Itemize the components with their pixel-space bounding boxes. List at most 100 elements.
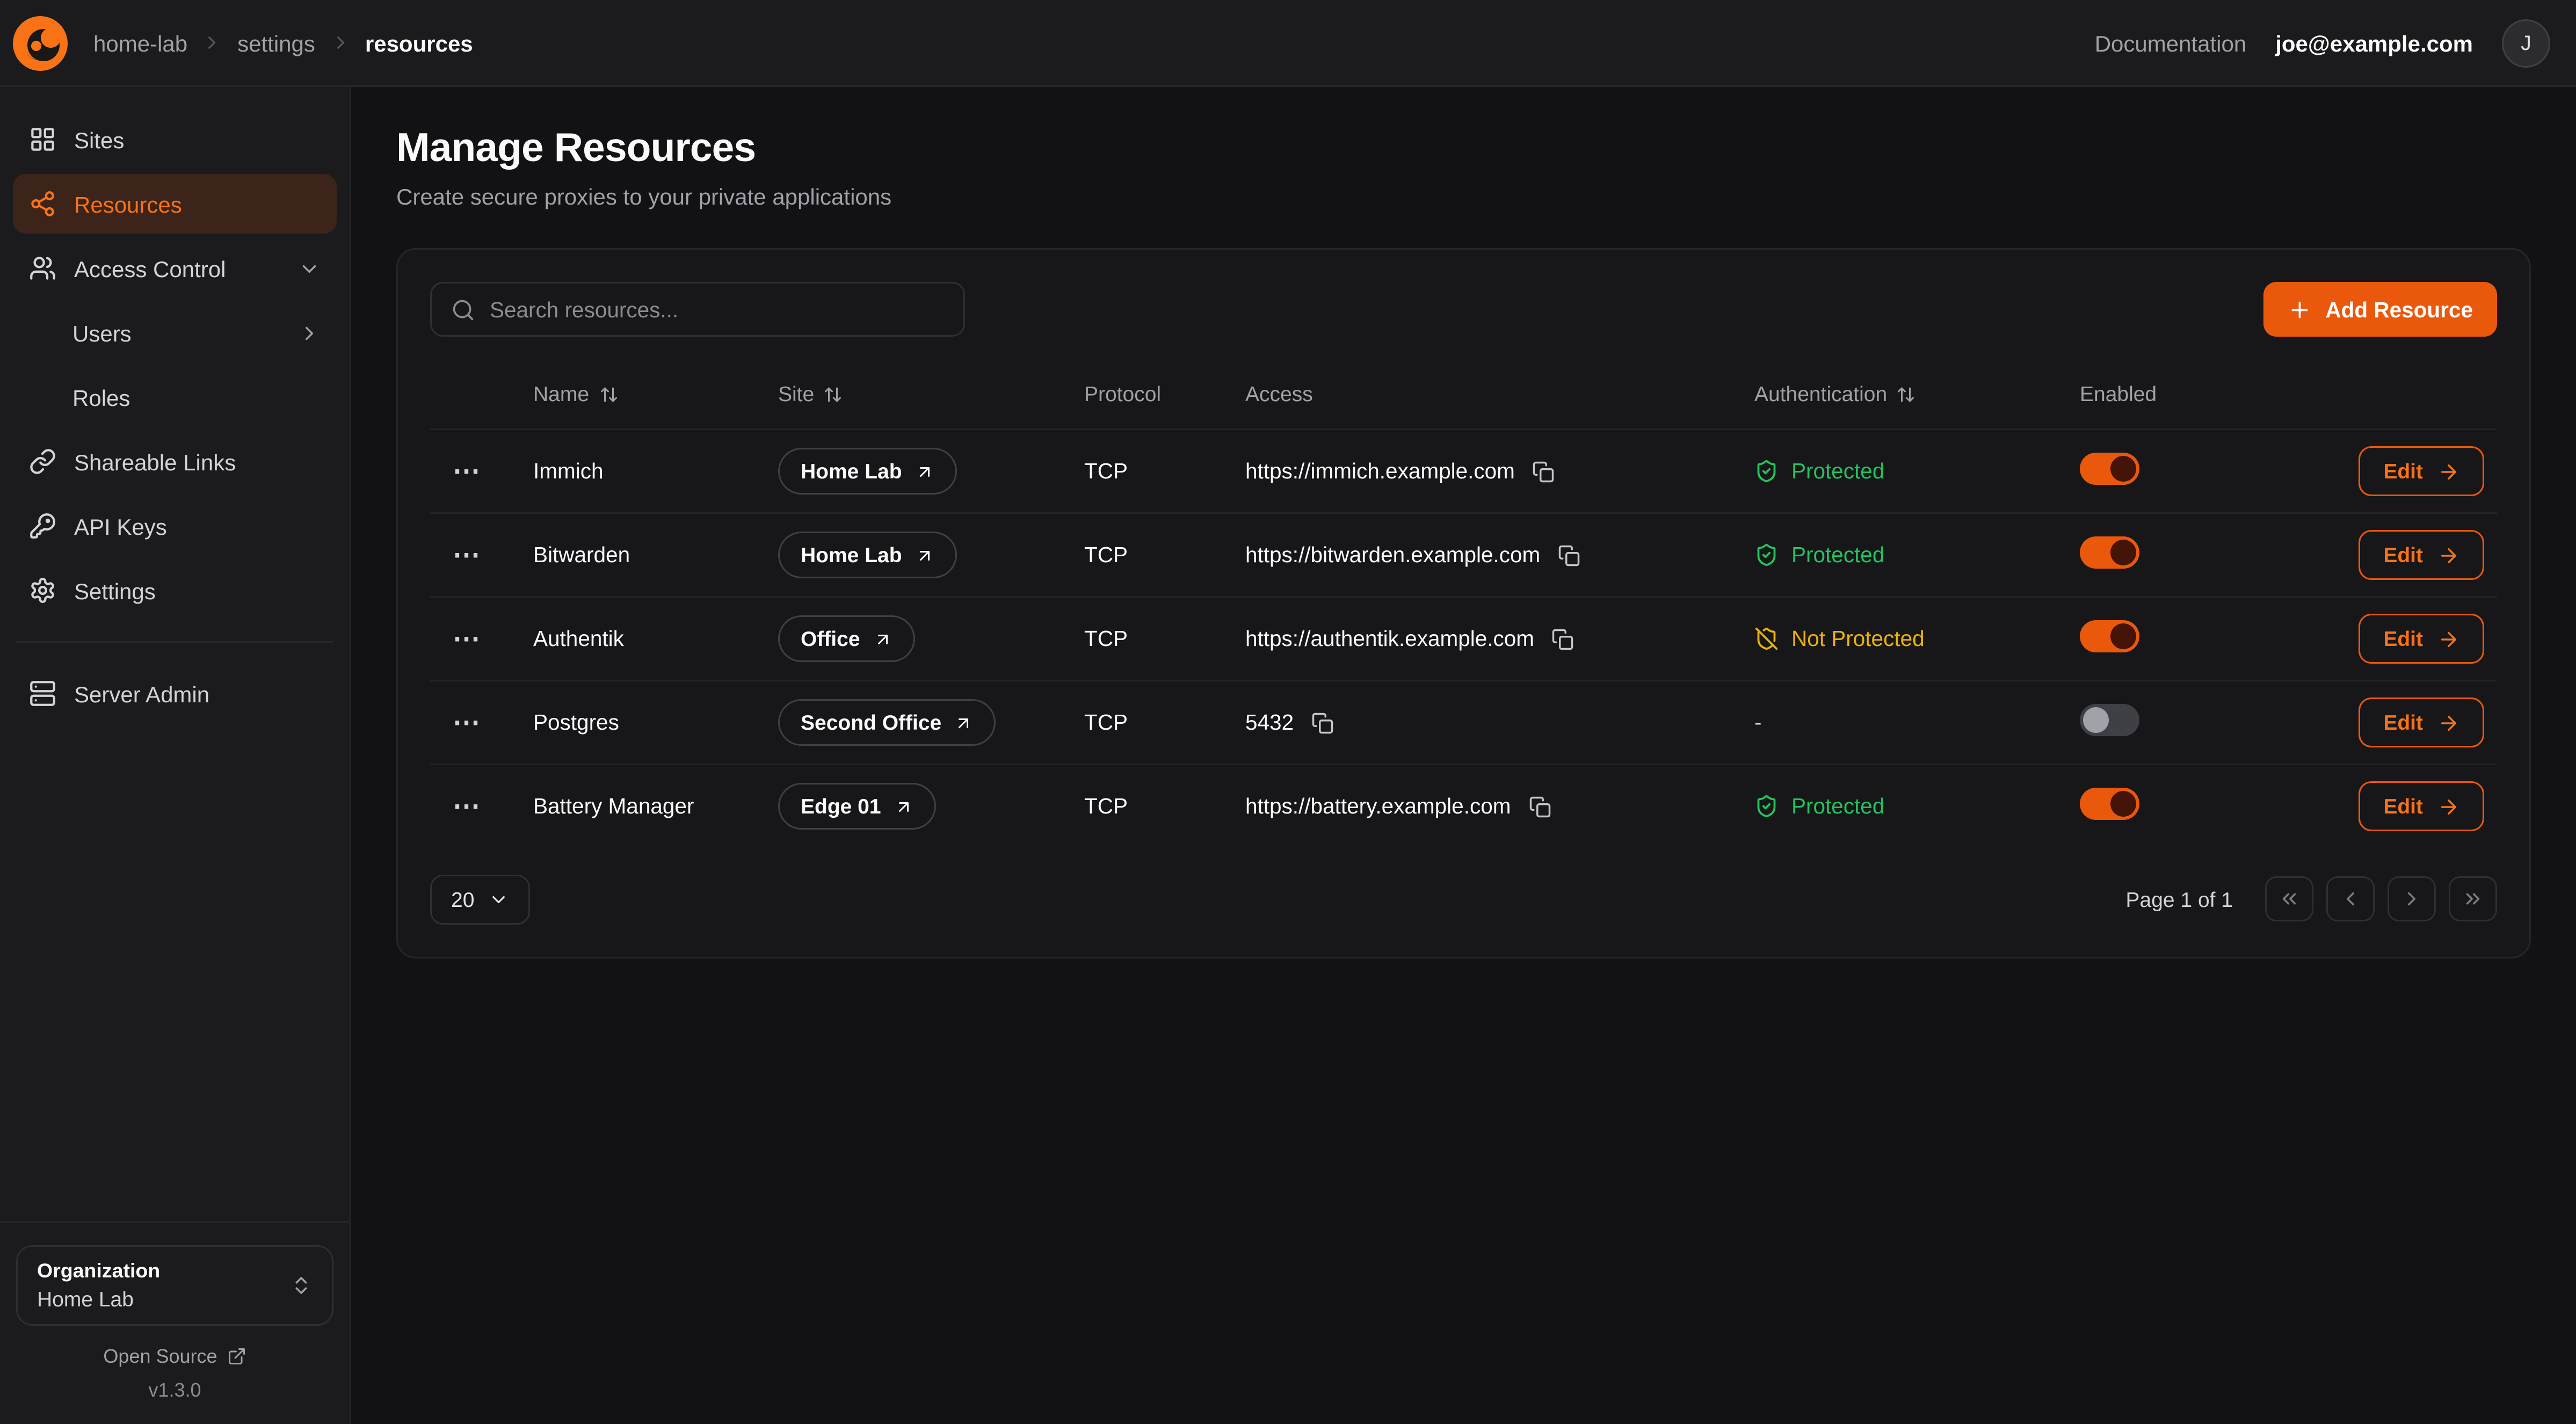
- breadcrumb-settings[interactable]: settings: [237, 30, 315, 56]
- add-resource-button[interactable]: Add Resource: [2264, 282, 2497, 337]
- table-row: ⋯ Immich Home Lab TCP https://immich.exa…: [430, 430, 2497, 513]
- copy-button[interactable]: [1308, 708, 1337, 737]
- column-header-label: Authentication: [1754, 382, 1887, 406]
- server-icon: [29, 680, 56, 707]
- column-header-authentication[interactable]: Authentication: [1754, 382, 1916, 406]
- sidebar-item-server-admin[interactable]: Server Admin: [13, 664, 337, 723]
- toggle-knob: [2110, 540, 2136, 565]
- sort-icon: [599, 384, 618, 404]
- last-page-button[interactable]: [2449, 876, 2497, 921]
- organization-selector[interactable]: Organization Home Lab: [16, 1245, 333, 1326]
- site-name: Office: [801, 627, 860, 651]
- resource-name: Bitwarden: [520, 513, 765, 597]
- sidebar-item-users[interactable]: Users: [13, 303, 337, 362]
- protocol: TCP: [1071, 430, 1232, 513]
- column-header-site[interactable]: Site: [778, 382, 843, 406]
- shield-off-icon: [1754, 627, 1779, 651]
- column-header-menu: [430, 369, 520, 430]
- edit-button[interactable]: Edit: [2359, 782, 2484, 832]
- edit-button[interactable]: Edit: [2359, 446, 2484, 496]
- breadcrumb: home-lab settings resources: [93, 30, 473, 56]
- row-menu-button[interactable]: ⋯: [443, 787, 491, 827]
- column-header-label: Name: [533, 382, 589, 406]
- site-link[interactable]: Second Office: [778, 699, 996, 746]
- edit-button[interactable]: Edit: [2359, 698, 2484, 747]
- first-page-button[interactable]: [2265, 876, 2313, 921]
- page-size-select[interactable]: 20: [430, 874, 531, 924]
- chevron-right-icon: [330, 32, 351, 53]
- site-name: Home Lab: [801, 543, 902, 567]
- arrow-right-icon: [2437, 628, 2460, 650]
- auth-status: Protected: [1754, 459, 2054, 483]
- sidebar-item-label: Roles: [72, 384, 130, 410]
- page-title: Manage Resources: [396, 126, 2531, 172]
- enabled-toggle[interactable]: [2080, 704, 2139, 736]
- sidebar-item-roles[interactable]: Roles: [13, 367, 337, 427]
- avatar[interactable]: J: [2502, 19, 2550, 67]
- sidebar-item-api-keys[interactable]: API Keys: [13, 496, 337, 556]
- row-menu-button[interactable]: ⋯: [443, 619, 491, 659]
- next-page-button[interactable]: [2388, 876, 2436, 921]
- site-link[interactable]: Office: [778, 615, 915, 662]
- enabled-toggle[interactable]: [2080, 453, 2139, 485]
- open-source-link[interactable]: Open Source: [103, 1345, 246, 1368]
- auth-status: Protected: [1754, 795, 2054, 819]
- toggle-knob: [2110, 623, 2136, 649]
- auth-status: -: [1754, 710, 2054, 735]
- access-url: https://bitwarden.example.com: [1245, 543, 1540, 567]
- search-input[interactable]: [490, 297, 944, 322]
- edit-button[interactable]: Edit: [2359, 530, 2484, 580]
- access-url: 5432: [1245, 710, 1294, 735]
- arrow-up-right-icon: [894, 797, 913, 816]
- sidebar-item-label: Sites: [74, 127, 124, 152]
- sidebar-item-label: API Keys: [74, 513, 167, 539]
- share-nodes-icon: [29, 190, 56, 217]
- site-link[interactable]: Home Lab: [778, 448, 957, 495]
- edit-button[interactable]: Edit: [2359, 614, 2484, 664]
- arrow-right-icon: [2437, 544, 2460, 566]
- sidebar: Sites Resources Access Control Users Rol…: [0, 87, 351, 1424]
- copy-button[interactable]: [1529, 457, 1558, 486]
- page-info: Page 1 of 1: [2126, 887, 2233, 911]
- chevrons-up-down-icon: [290, 1274, 313, 1297]
- auth-status: Not Protected: [1754, 627, 2054, 651]
- breadcrumb-org[interactable]: home-lab: [93, 30, 187, 56]
- enabled-toggle[interactable]: [2080, 620, 2139, 652]
- column-header-name[interactable]: Name: [533, 382, 618, 406]
- toggle-knob: [2110, 791, 2136, 817]
- copy-button[interactable]: [1549, 624, 1578, 653]
- sidebar-item-sites[interactable]: Sites: [13, 110, 337, 169]
- site-link[interactable]: Edge 01: [778, 783, 936, 830]
- user-email[interactable]: joe@example.com: [2275, 30, 2473, 56]
- row-menu-button[interactable]: ⋯: [443, 702, 491, 743]
- protocol: TCP: [1071, 597, 1232, 681]
- sidebar-item-resources[interactable]: Resources: [13, 174, 337, 234]
- column-header-protocol: Protocol: [1071, 369, 1232, 430]
- shield-check-icon: [1754, 543, 1779, 567]
- copy-button[interactable]: [1525, 792, 1554, 821]
- row-menu-button[interactable]: ⋯: [443, 451, 491, 491]
- documentation-link[interactable]: Documentation: [2095, 30, 2247, 56]
- plus-icon: [2288, 297, 2312, 322]
- sidebar-item-settings[interactable]: Settings: [13, 561, 337, 620]
- sidebar-divider: [16, 641, 333, 643]
- table-footer: 20 Page 1 of 1: [430, 874, 2497, 924]
- open-source-label: Open Source: [103, 1345, 217, 1368]
- main-content: Manage Resources Create secure proxies t…: [351, 87, 2576, 1424]
- pangolin-logo-icon[interactable]: [13, 16, 68, 70]
- enabled-toggle[interactable]: [2080, 536, 2139, 569]
- sidebar-item-shareable-links[interactable]: Shareable Links: [13, 432, 337, 491]
- site-link[interactable]: Home Lab: [778, 532, 957, 578]
- enabled-toggle[interactable]: [2080, 788, 2139, 820]
- organization-info: Organization Home Lab: [37, 1260, 160, 1311]
- copy-button[interactable]: [1555, 541, 1584, 570]
- chevron-right-icon: [2400, 888, 2423, 910]
- previous-page-button[interactable]: [2326, 876, 2375, 921]
- sidebar-item-access-control[interactable]: Access Control: [13, 238, 337, 298]
- version-label: v1.3.0: [148, 1379, 201, 1401]
- protocol: TCP: [1071, 513, 1232, 597]
- arrow-right-icon: [2437, 711, 2460, 734]
- row-menu-button[interactable]: ⋯: [443, 535, 491, 575]
- organization-name: Home Lab: [37, 1287, 160, 1311]
- add-resource-label: Add Resource: [2325, 297, 2473, 322]
